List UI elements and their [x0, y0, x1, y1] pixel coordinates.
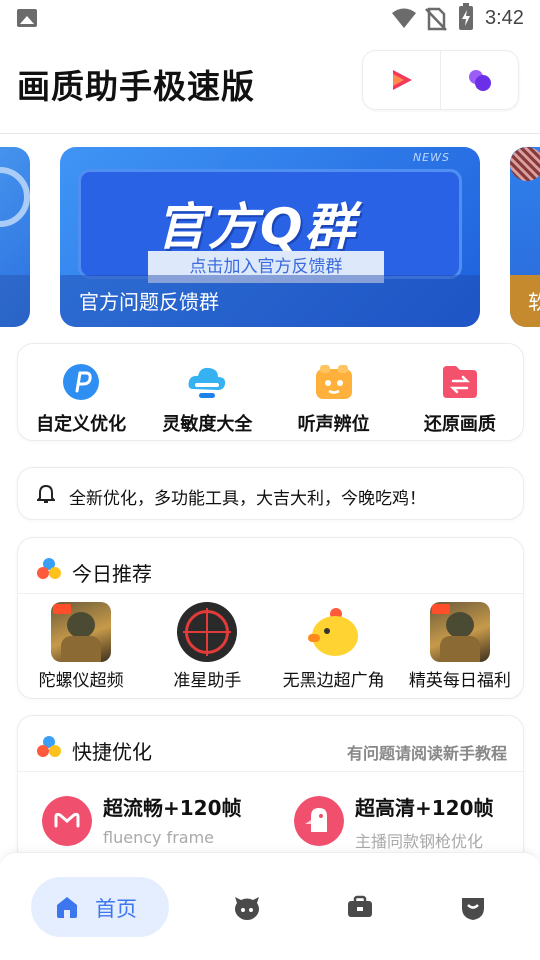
- tool-custom-optimize[interactable]: 自定义优化: [18, 344, 144, 440]
- community-button[interactable]: [440, 51, 518, 109]
- nav-home-label: 首页: [95, 897, 137, 921]
- recommend-label: 精英每日福利: [408, 671, 511, 691]
- app-logo-icon: [37, 736, 61, 757]
- hd-bird-icon: [294, 796, 344, 846]
- nav-home-tab[interactable]: 首页: [31, 877, 169, 937]
- quick-item-title: 超高清+120帧: [355, 796, 494, 820]
- tool-restore-quality[interactable]: 还原画质: [397, 344, 523, 440]
- banner-next-caption: 软: [528, 290, 540, 314]
- quick-header: 快捷优化 有问题请阅读新手教程: [18, 716, 523, 772]
- tool-label: 还原画质: [423, 414, 496, 435]
- recommend-list: 陀螺仪超频 准星助手 无黑边超广角 精英每日福利: [18, 602, 523, 691]
- quick-item-subtitle: fluency frame: [103, 828, 214, 847]
- shield-icon[interactable]: [460, 895, 486, 921]
- recommend-item-wide-angle[interactable]: 无黑边超广角: [271, 602, 397, 691]
- recommend-label: 准星助手: [173, 671, 242, 691]
- recommend-title: 今日推荐: [72, 562, 152, 586]
- quick-item-hd[interactable]: 超高清+120帧 主播同款钢枪优化: [270, 792, 510, 852]
- image-icon: [17, 9, 37, 27]
- sound-locate-icon: [315, 365, 352, 399]
- recommend-header: 今日推荐: [18, 538, 523, 594]
- tool-sound-locate[interactable]: 听声辨位: [271, 344, 397, 440]
- no-sim-icon: [425, 7, 447, 31]
- bottom-nav: 首页: [0, 852, 540, 960]
- app-logo-icon: [37, 558, 61, 579]
- banner-headline: 官方Q群: [156, 198, 357, 256]
- recommend-card: 今日推荐 陀螺仪超频 准星助手 无黑边超广角 精英每日福利: [17, 537, 524, 699]
- app-title: 画质助手极速版: [17, 67, 255, 106]
- banner-caption: 官方问题反馈群: [79, 290, 219, 314]
- news-tag: NEWS: [412, 151, 450, 164]
- sensitivity-icon: [188, 367, 226, 398]
- custom-optimize-icon: [63, 364, 100, 400]
- quick-item-subtitle: 主播同款钢枪优化: [355, 832, 484, 851]
- bubbles-icon: [468, 70, 491, 91]
- recommend-label: 无黑边超广角: [282, 671, 385, 691]
- bell-icon: [37, 484, 55, 503]
- toolbox-icon[interactable]: [347, 895, 373, 919]
- notice-text: 全新优化，多功能工具，大吉大利，今晚吃鸡！: [69, 489, 426, 509]
- quick-item-fluency[interactable]: 超流畅+120帧 fluency frame: [18, 792, 258, 852]
- recommend-label: 陀螺仪超频: [38, 671, 124, 691]
- recommend-item-gyro[interactable]: 陀螺仪超频: [18, 602, 144, 691]
- game-cover-icon: [51, 602, 112, 662]
- app-header: 画质助手极速版: [0, 38, 540, 134]
- battery-charging-icon: [459, 3, 473, 30]
- quick-title: 快捷优化: [72, 740, 152, 764]
- fluency-icon: [42, 796, 92, 846]
- tool-label: 听声辨位: [297, 414, 370, 435]
- banner-slide-qq-group[interactable]: NEWS 官方Q群 点击加入官方反馈群 官方问题反馈群: [60, 147, 480, 327]
- quick-item-title: 超流畅+120帧: [103, 796, 242, 820]
- tools-card: 自定义优化 灵敏度大全 听声辨位 还原画质: [17, 343, 524, 441]
- tool-label: 自定义优化: [36, 414, 127, 435]
- recommend-item-crosshair[interactable]: 准星助手: [144, 602, 270, 691]
- wifi-icon: [392, 8, 416, 28]
- status-time: 3:42: [485, 7, 524, 29]
- tool-sensitivity[interactable]: 灵敏度大全: [144, 344, 270, 440]
- chick-icon: [304, 602, 364, 662]
- status-bar: 3:42: [0, 0, 540, 38]
- video-play-icon: [392, 70, 412, 90]
- game-face-icon[interactable]: [233, 895, 261, 921]
- tutorial-link[interactable]: 有问题请阅读新手教程: [347, 740, 507, 764]
- restore-quality-icon: [442, 366, 477, 398]
- banner-carousel[interactable]: NEWS 官方Q群 点击加入官方反馈群 官方问题反馈群 软: [0, 147, 540, 327]
- header-actions: [362, 50, 519, 110]
- recommend-item-daily-welfare[interactable]: 精英每日福利: [397, 602, 523, 691]
- tool-label: 灵敏度大全: [162, 414, 253, 435]
- notice-bar[interactable]: 全新优化，多功能工具，大吉大利，今晚吃鸡！: [17, 467, 524, 520]
- home-icon: [57, 897, 77, 918]
- video-button[interactable]: [363, 51, 440, 109]
- game-cover-icon: [429, 602, 490, 662]
- banner-next-slide[interactable]: 软: [510, 147, 540, 327]
- quick-optimize-card: 快捷优化 有问题请阅读新手教程 超流畅+120帧 fluency frame 超…: [17, 715, 524, 865]
- banner-prev-slide[interactable]: [0, 147, 30, 327]
- crosshair-icon: [177, 602, 238, 662]
